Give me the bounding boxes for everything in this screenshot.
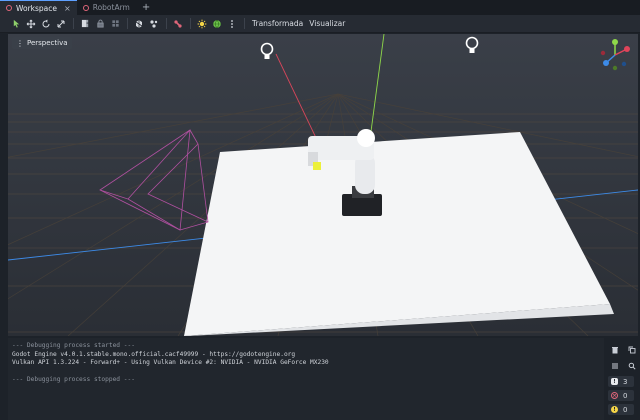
filter-warnings-toggle[interactable]: ! 0 (608, 404, 634, 415)
message-icon: ! (611, 378, 618, 385)
lock-icon[interactable] (93, 17, 107, 31)
environment-icon[interactable] (210, 17, 224, 31)
toolbar-separator (190, 18, 191, 29)
orientation-gizmo[interactable] (598, 38, 632, 72)
rotate-icon[interactable] (39, 17, 53, 31)
filter-errors-toggle[interactable]: × 0 (608, 390, 634, 401)
scene-tab-bar: Workspace × RobotArm + (0, 0, 640, 15)
log-line: Vulkan API 1.3.224 - Forward+ - Using Vu… (12, 359, 329, 367)
toolbar-separator (73, 18, 74, 29)
transform-menu[interactable]: Transformada (249, 19, 306, 28)
toolbar-separator (244, 18, 245, 29)
bone-icon[interactable] (171, 17, 185, 31)
warning-icon: ! (611, 406, 618, 413)
filter-messages-toggle[interactable]: ! 3 (608, 376, 634, 387)
close-icon[interactable]: × (64, 4, 71, 13)
add-tab-button[interactable]: + (136, 0, 156, 15)
group-icon[interactable] (108, 17, 122, 31)
scene-dot-icon (6, 5, 12, 11)
light-bulb-icon[interactable] (465, 36, 479, 56)
viewport-toolbar: Transformada Visualizar (0, 15, 640, 33)
toolbar-separator (127, 18, 128, 29)
select-icon[interactable] (9, 17, 23, 31)
messages-count: 3 (623, 377, 628, 386)
errors-count: 0 (623, 391, 628, 400)
move-icon[interactable] (24, 17, 38, 31)
sun-icon[interactable] (195, 17, 209, 31)
tab-label: Workspace (16, 3, 57, 13)
snap-icon[interactable] (132, 17, 146, 31)
copy-icon[interactable] (627, 345, 636, 354)
search-icon[interactable] (627, 361, 636, 370)
more-icon[interactable] (225, 17, 239, 31)
3d-viewport[interactable]: ⋮ Perspectiva (8, 34, 638, 336)
local-space-icon[interactable] (147, 17, 161, 31)
perspective-label: Perspectiva (27, 39, 68, 47)
log-line: --- Debugging process started --- (12, 342, 135, 349)
error-icon: × (611, 392, 618, 399)
tab-workspace[interactable]: Workspace × (0, 0, 77, 15)
filter-list-icon[interactable] (610, 361, 619, 370)
log-line: Godot Engine v4.0.1.stable.mono.official… (12, 350, 296, 358)
scene-render (8, 34, 638, 336)
toolbar-separator (166, 18, 167, 29)
clear-log-icon[interactable] (610, 345, 619, 354)
light-bulb-icon[interactable] (260, 42, 274, 62)
warnings-count: 0 (623, 405, 628, 414)
tab-robotarm[interactable]: RobotArm (77, 0, 136, 15)
log-line: --- Debugging process stopped --- (12, 375, 135, 383)
output-log[interactable]: --- Debugging process started --- Godot … (8, 338, 604, 420)
view-menu[interactable]: Visualizar (306, 19, 348, 28)
kebab-menu-icon: ⋮ (16, 38, 24, 48)
scene-dot-icon (82, 4, 89, 11)
perspective-menu[interactable]: ⋮ Perspectiva (12, 37, 72, 49)
tab-label: RobotArm (92, 3, 130, 12)
scale-icon[interactable] (54, 17, 68, 31)
list-select-icon[interactable] (78, 17, 92, 31)
